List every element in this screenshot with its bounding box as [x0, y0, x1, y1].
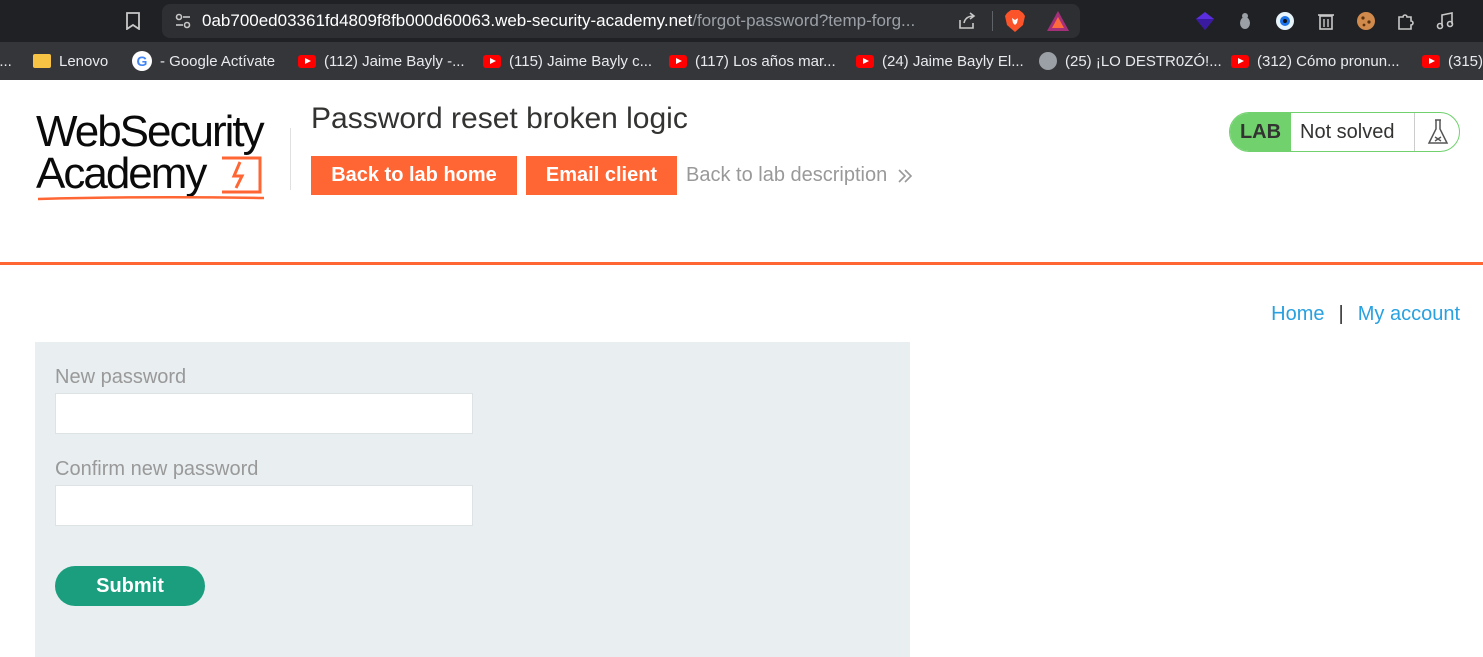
extension-purple-icon[interactable] [1194, 10, 1216, 32]
browser-toolbar: 0ab700ed03361fd4809f8fb000d60063.web-sec… [0, 0, 1483, 42]
submit-button[interactable]: Submit [55, 566, 205, 606]
logo-line-1: WebSecurity [36, 107, 265, 156]
bookmark-item[interactable]: (117) Los años mar... [669, 51, 836, 71]
url-host: 0ab700ed03361fd4809f8fb000d60063.web-sec… [202, 11, 693, 30]
url-text[interactable]: 0ab700ed03361fd4809f8fb000d60063.web-sec… [202, 11, 942, 31]
bookmark-item[interactable]: (312) Cómo pronun... [1231, 51, 1400, 71]
logo-line-2: Academy [36, 149, 207, 198]
bookmark-label: (24) Jaime Bayly El... [882, 52, 1024, 70]
brave-shields-icon[interactable] [1004, 9, 1026, 33]
address-bar[interactable]: 0ab700ed03361fd4809f8fb000d60063.web-sec… [162, 4, 1080, 38]
email-client-button[interactable]: Email client [526, 156, 677, 195]
account-nav: Home | My account [1271, 303, 1460, 326]
home-link[interactable]: Home [1271, 303, 1324, 326]
bookmark-star-icon[interactable] [122, 10, 144, 32]
share-icon[interactable] [958, 12, 976, 30]
bookmark-item[interactable]: (115) Jaime Bayly c... [483, 51, 652, 71]
youtube-icon [1231, 54, 1249, 68]
youtube-icon [483, 54, 501, 68]
bookmark-label: (25) ¡LO DESTR0ZÓ!... [1065, 52, 1222, 70]
google-icon: G [132, 51, 152, 71]
bookmark-item[interactable]: (25) ¡LO DESTR0ZÓ!... [1039, 51, 1222, 71]
folder-icon [33, 54, 51, 68]
url-path: /forgot-password?temp-forg... [692, 11, 916, 30]
lab-status-text: Not solved [1300, 121, 1395, 143]
new-password-label: New password [55, 366, 187, 388]
academy-header: WebSecurity Academy Password reset broke… [0, 80, 1483, 262]
logo-bolt-icon [222, 156, 262, 194]
youtube-icon [669, 54, 687, 68]
brave-rewards-icon[interactable] [1046, 10, 1070, 32]
bug-extension-icon[interactable] [1234, 10, 1256, 32]
bookmark-label: (112) Jaime Bayly -... [324, 52, 465, 70]
web-security-academy-logo[interactable]: WebSecurity Academy [36, 107, 286, 201]
bookmark-label: l... [0, 52, 12, 70]
bookmark-item[interactable]: l... [0, 51, 12, 71]
double-chevron-right-icon [898, 168, 913, 183]
bookmark-item[interactable]: G - Google Actívate [132, 51, 275, 71]
eye-extension-icon[interactable] [1274, 10, 1296, 32]
bookmark-label: - Google Actívate [160, 52, 276, 70]
nav-separator: | [1338, 303, 1344, 325]
bookmark-item[interactable]: Lenovo [33, 51, 108, 71]
bookmark-item[interactable]: (112) Jaime Bayly -... [298, 51, 465, 71]
bookmark-label: (312) Cómo pronun... [1257, 52, 1400, 70]
bookmark-label: (315) [1448, 52, 1483, 70]
back-to-lab-description-link[interactable]: Back to lab description [686, 164, 913, 187]
bookmark-item[interactable]: (24) Jaime Bayly El... [856, 51, 1024, 71]
lab-status-tag: LAB [1230, 113, 1291, 151]
reset-password-form: New password Confirm new password Submit [35, 342, 910, 657]
bookmarks-bar: l... Lenovo G - Google Actívate (112) Jai… [0, 42, 1483, 80]
confirm-password-input[interactable] [55, 485, 473, 526]
back-to-lab-home-button[interactable]: Back to lab home [311, 156, 517, 195]
trash-extension-icon[interactable] [1315, 10, 1337, 32]
youtube-icon [298, 54, 316, 68]
flask-icon [1414, 113, 1459, 151]
bookmark-item[interactable]: (315) [1422, 51, 1483, 71]
youtube-icon [1422, 54, 1440, 68]
logo-underline-icon [37, 195, 265, 201]
omnibox-divider [992, 11, 993, 31]
lab-status-widget: LAB Not solved [1229, 112, 1460, 152]
confirm-password-label: Confirm new password [55, 458, 259, 480]
youtube-icon [856, 54, 874, 68]
new-password-input[interactable] [55, 393, 473, 434]
media-music-icon[interactable] [1434, 10, 1456, 32]
header-divider [0, 262, 1483, 265]
extensions-puzzle-icon[interactable] [1395, 10, 1417, 32]
lab-title: Password reset broken logic [311, 102, 688, 135]
bookmark-label: (115) Jaime Bayly c... [509, 52, 653, 70]
bookmark-label: Lenovo [59, 52, 109, 70]
back-to-lab-description-label: Back to lab description [686, 164, 888, 186]
my-account-link[interactable]: My account [1358, 303, 1460, 326]
globe-icon [1039, 52, 1057, 70]
bookmark-label: (117) Los años mar... [695, 52, 836, 70]
cookie-extension-icon[interactable] [1355, 10, 1377, 32]
site-info-icon[interactable] [174, 12, 192, 30]
logo-divider [290, 128, 291, 190]
